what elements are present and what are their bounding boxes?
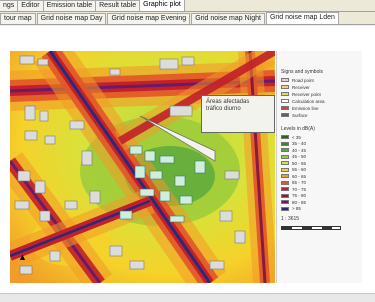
signs-title: Signs and symbols — [281, 69, 323, 75]
legend-level-row: 60 - 65 — [281, 173, 306, 179]
legend-label: Emission line — [292, 105, 319, 111]
legend-level-row: 50 - 55 — [281, 160, 306, 166]
legend-level-row: > 85 — [281, 206, 301, 212]
legend-swatch — [281, 113, 289, 117]
legend-label: 75 - 80 — [292, 193, 307, 198]
top-tab[interactable]: Editor — [17, 0, 44, 11]
legend-level-row: 35 - 40 — [281, 141, 306, 147]
legend-sign-row: Receiver — [281, 84, 310, 90]
legend-level-row: 40 - 45 — [281, 147, 306, 153]
legend-swatch — [281, 193, 289, 198]
map-legend: Signs and symbols Levels in dB(A) 1 : 36… — [276, 51, 362, 283]
legend-level-row: 80 - 85 — [281, 199, 306, 205]
sub-tab[interactable]: Grid noise map Night — [191, 13, 265, 24]
sub-tab[interactable]: Grid noise map Lden — [265, 12, 339, 24]
legend-level-row: 75 - 80 — [281, 193, 306, 199]
map-scale: 1 : 3615 — [281, 216, 300, 222]
north-arrow-icon: ▲ — [18, 252, 27, 262]
legend-label: 55 - 60 — [292, 167, 307, 172]
legend-label: 65 - 70 — [292, 180, 307, 185]
sub-tab[interactable]: Grid noise map Day — [36, 13, 107, 24]
sub-tab[interactable]: Grid noise map Evening — [107, 13, 191, 24]
annotation-callout: Áreas afectadas tráfico diurno — [201, 95, 275, 133]
levels-title: Levels in dB(A) — [281, 126, 315, 132]
legend-label: 35 - 40 — [292, 141, 307, 146]
legend-label: 45 - 50 — [292, 154, 307, 159]
main-tab-bar: ngs Editor Emission table Result table Graph… — [0, 0, 375, 12]
legend-level-row: 65 - 70 — [281, 180, 306, 186]
legend-swatch — [281, 78, 289, 82]
sub-tab[interactable]: tour map — [0, 13, 36, 24]
legend-sign-row: Road point — [281, 77, 314, 83]
legend-swatch — [281, 154, 289, 159]
noise-map[interactable] — [10, 51, 275, 283]
legend-swatch — [281, 106, 289, 110]
legend-swatch — [281, 141, 289, 146]
annotation-line-2: tráfico diurno — [206, 106, 241, 112]
legend-label: 80 - 85 — [292, 199, 307, 205]
annotation-line-1: Áreas afectadas — [206, 99, 250, 105]
legend-sign-row: Surface — [281, 112, 308, 118]
legend-label: < 35 — [292, 134, 301, 140]
legend-swatch — [281, 92, 289, 96]
legend-sign-row: Receiver point — [281, 91, 321, 97]
legend-swatch — [281, 200, 289, 204]
legend-swatch — [281, 148, 289, 152]
legend-label: 40 - 45 — [292, 147, 307, 153]
legend-sign-row: Calculation area — [281, 98, 325, 104]
legend-swatch — [281, 161, 289, 165]
legend-level-row: < 35 — [281, 134, 301, 140]
legend-sign-row: Emission line — [281, 105, 319, 111]
legend-swatch — [281, 174, 289, 178]
legend-label: Receiver point — [292, 91, 321, 97]
legend-label: Receiver — [292, 84, 310, 90]
legend-swatch — [281, 85, 289, 89]
scale-bar — [281, 226, 341, 230]
legend-swatch — [281, 99, 289, 103]
top-tab[interactable]: Graphic plot — [139, 0, 185, 11]
legend-level-row: 70 - 75 — [281, 186, 306, 192]
legend-swatch — [281, 135, 289, 139]
legend-label: Calculation area — [292, 98, 325, 104]
top-tab[interactable]: Emission table — [42, 0, 97, 11]
sub-tab-bar: tour map Grid noise map Day Grid noise map… — [0, 12, 375, 25]
legend-label: Road point — [292, 77, 314, 83]
noise-map-graphic — [10, 51, 275, 283]
top-tab[interactable]: Result table — [95, 0, 141, 11]
legend-label: 60 - 65 — [292, 173, 307, 179]
legend-label: 70 - 75 — [292, 186, 307, 192]
legend-label: > 85 — [292, 206, 301, 211]
legend-swatch — [281, 167, 289, 172]
legend-swatch — [281, 180, 289, 185]
legend-level-row: 55 - 60 — [281, 167, 306, 173]
legend-level-row: 45 - 50 — [281, 154, 306, 160]
legend-swatch — [281, 187, 289, 191]
legend-label: Surface — [292, 112, 308, 118]
status-strip — [0, 293, 375, 302]
legend-swatch — [281, 206, 289, 211]
top-tab[interactable]: ngs — [0, 0, 19, 11]
legend-label: 50 - 55 — [292, 160, 307, 166]
